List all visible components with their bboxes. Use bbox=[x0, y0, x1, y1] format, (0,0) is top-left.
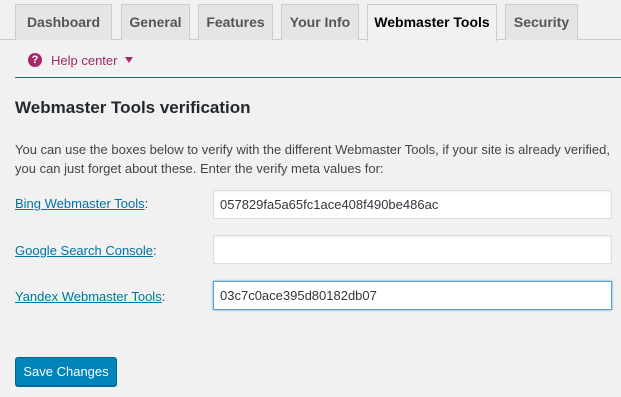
tab-your-info[interactable]: Your Info bbox=[281, 4, 359, 40]
caret-down-icon bbox=[125, 57, 134, 63]
yandex-webmaster-tools-link[interactable]: Yandex Webmaster Tools bbox=[15, 289, 162, 304]
bing-label: Bing Webmaster Tools: bbox=[15, 196, 148, 211]
tab-dashboard[interactable]: Dashboard bbox=[15, 4, 112, 40]
help-center-toggle[interactable]: ? Help center bbox=[28, 52, 134, 68]
yandex-verify-input[interactable] bbox=[213, 281, 612, 310]
question-circle-icon: ? bbox=[28, 53, 42, 67]
bing-label-suffix: : bbox=[144, 196, 149, 211]
yandex-label-suffix: : bbox=[161, 289, 166, 304]
tab-bar: Dashboard General Features Your Info Web… bbox=[0, 0, 621, 41]
google-search-console-link[interactable]: Google Search Console bbox=[15, 243, 153, 258]
tab-features[interactable]: Features bbox=[198, 4, 273, 40]
help-center-bar: ? Help center bbox=[15, 41, 621, 78]
tab-webmaster-tools[interactable]: Webmaster Tools bbox=[367, 4, 497, 41]
help-center-label: Help center bbox=[51, 52, 118, 68]
bing-verify-input[interactable] bbox=[213, 190, 612, 219]
yoast-settings-page: Dashboard General Features Your Info Web… bbox=[0, 0, 621, 397]
section-description: You can use the boxes below to verify wi… bbox=[15, 142, 610, 176]
bing-webmaster-tools-link[interactable]: Bing Webmaster Tools bbox=[15, 196, 145, 211]
google-label-suffix: : bbox=[153, 243, 157, 258]
tab-general[interactable]: General bbox=[121, 4, 190, 40]
google-label: Google Search Console: bbox=[15, 243, 157, 258]
yandex-label: Yandex Webmaster Tools: bbox=[15, 289, 165, 304]
save-changes-button[interactable]: Save Changes bbox=[15, 357, 117, 386]
section-heading: Webmaster Tools verification bbox=[15, 98, 251, 117]
google-verify-input[interactable] bbox=[213, 235, 612, 264]
tab-security[interactable]: Security bbox=[505, 4, 578, 40]
